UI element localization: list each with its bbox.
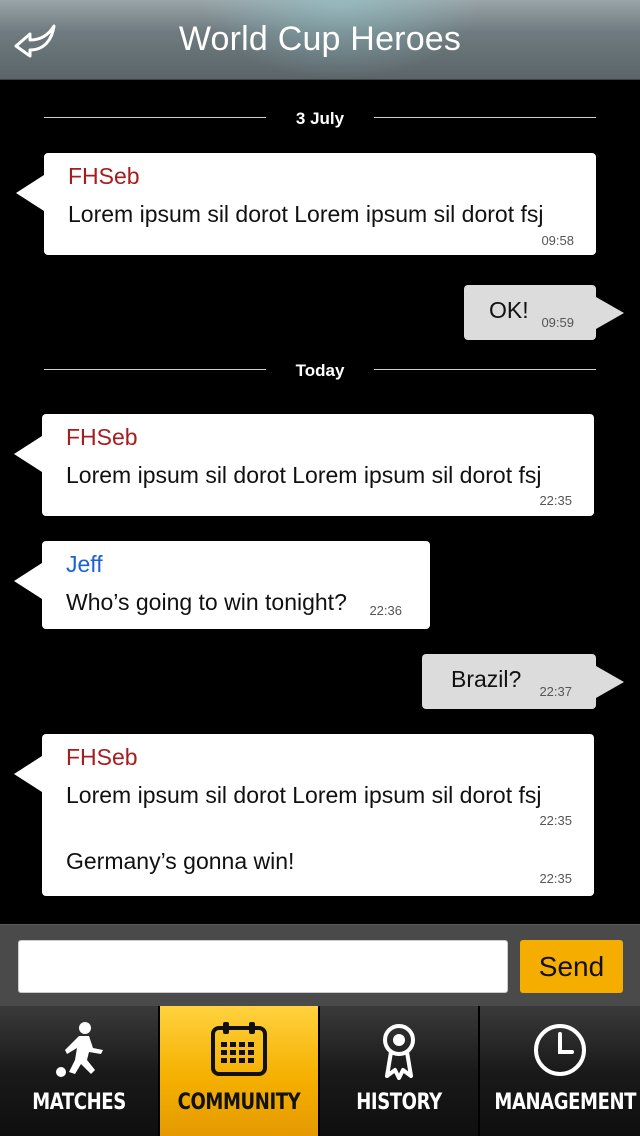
tab-bar: MATCHES COMMUNITY HISTORY MANAGEMENT xyxy=(0,1006,640,1136)
message-list[interactable]: 3 July FHSeb Lorem ipsum sil dorot Lorem… xyxy=(0,80,640,924)
tab-matches[interactable]: MATCHES xyxy=(0,1006,160,1136)
divider-line xyxy=(374,117,596,118)
message-bubble[interactable]: Jeff Who’s going to win tonight? 22:36 xyxy=(14,541,430,629)
back-button[interactable] xyxy=(10,20,60,64)
message-bubble-outgoing[interactable]: OK! 09:59 xyxy=(464,285,624,340)
tab-label: MATCHES xyxy=(32,1090,126,1115)
clock-icon xyxy=(534,1024,586,1076)
header-bar: World Cup Heroes xyxy=(0,0,640,80)
tab-label: COMMUNITY xyxy=(177,1090,301,1115)
message-text: Lorem ipsum sil dorot Lorem ipsum sil do… xyxy=(66,462,542,488)
message-time: 09:59 xyxy=(541,315,574,330)
message-time: 22:37 xyxy=(539,684,572,699)
tab-history[interactable]: HISTORY xyxy=(320,1006,480,1136)
message-sender: Jeff xyxy=(66,551,103,577)
message-bubble[interactable]: FHSeb Lorem ipsum sil dorot Lorem ipsum … xyxy=(14,414,594,516)
message-bubble[interactable]: FHSeb Lorem ipsum sil dorot Lorem ipsum … xyxy=(14,734,594,896)
soccer-player-icon xyxy=(56,1022,103,1077)
send-button[interactable]: Send xyxy=(520,940,623,993)
message-time: 09:58 xyxy=(541,233,574,248)
award-ribbon-icon xyxy=(383,1024,415,1080)
back-arrow-icon xyxy=(14,24,56,58)
page-title: World Cup Heroes xyxy=(178,20,462,58)
tab-label: MANAGEMENT xyxy=(494,1090,637,1115)
message-bubble[interactable]: FHSeb Lorem ipsum sil dorot Lorem ipsum … xyxy=(16,153,596,255)
tab-management[interactable]: MANAGEMENT xyxy=(480,1006,640,1136)
message-sender: FHSeb xyxy=(66,744,138,770)
message-time: 22:36 xyxy=(369,603,402,618)
message-text: Germany’s gonna win! xyxy=(66,848,295,874)
message-time: 22:35 xyxy=(539,813,572,828)
message-time: 22:35 xyxy=(539,493,572,508)
message-time: 22:35 xyxy=(539,871,572,886)
message-sender: FHSeb xyxy=(68,163,140,189)
composer-bar: Send xyxy=(0,924,640,1006)
divider-line xyxy=(374,369,596,370)
message-text: Brazil? xyxy=(451,666,522,692)
message-input[interactable] xyxy=(18,940,508,993)
date-divider: Today xyxy=(44,355,596,385)
tab-label: HISTORY xyxy=(356,1090,442,1115)
chat-screen: World Cup Heroes 3 July FHSeb Lorem ipsu… xyxy=(0,0,640,1136)
message-text: Lorem ipsum sil dorot Lorem ipsum sil do… xyxy=(68,201,544,227)
tab-community[interactable]: COMMUNITY xyxy=(160,1006,320,1136)
date-divider-label: 3 July xyxy=(295,109,345,128)
message-bubble-outgoing[interactable]: Brazil? 22:37 xyxy=(422,654,624,709)
date-divider-label: Today xyxy=(295,361,345,380)
date-divider: 3 July xyxy=(44,103,596,133)
message-text: Who’s going to win tonight? xyxy=(66,589,347,615)
calendar-icon xyxy=(211,1022,267,1076)
message-text: Lorem ipsum sil dorot Lorem ipsum sil do… xyxy=(66,782,542,808)
message-text: OK! xyxy=(489,297,529,323)
message-sender: FHSeb xyxy=(66,424,138,450)
